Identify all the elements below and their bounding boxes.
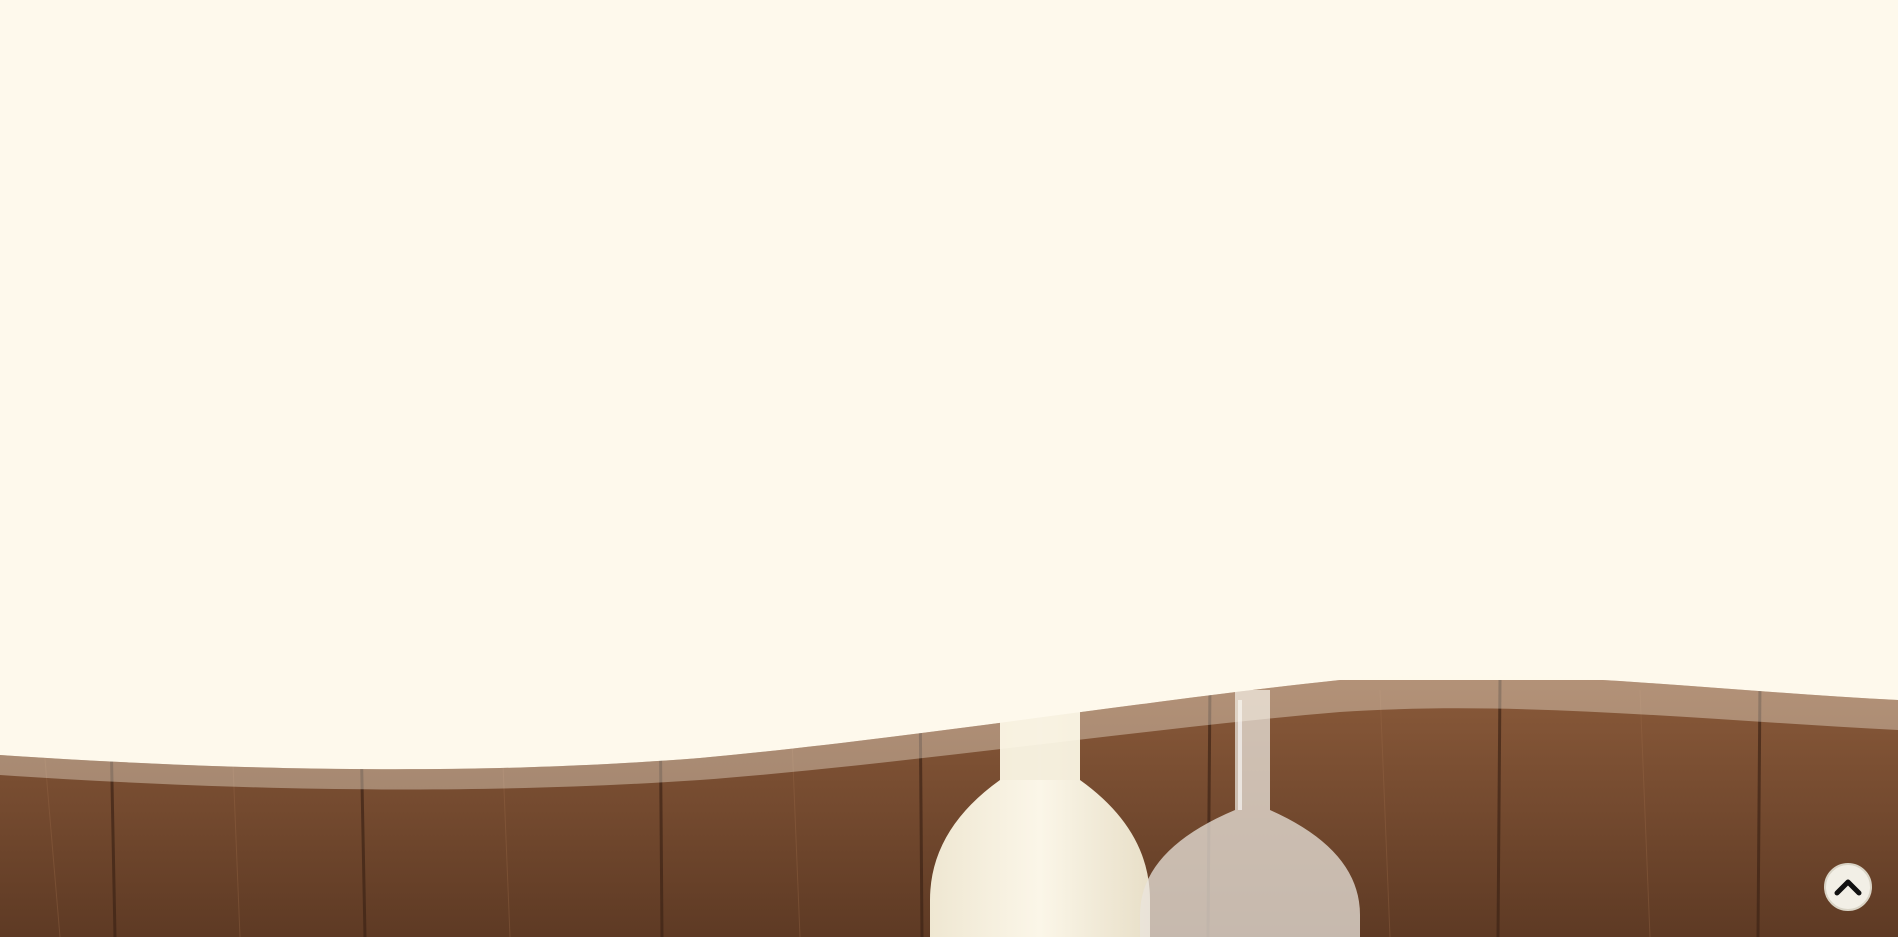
more-link[interactable]: Viac xyxy=(570,470,654,511)
gallery-image-cheese xyxy=(1000,382,1263,558)
scroll-to-top-button[interactable] xyxy=(1824,863,1872,911)
gallery-image-yogurt xyxy=(1312,382,1575,558)
about-text-block: O nás Firma Miroslav Chovanec CORONIS bo… xyxy=(296,190,928,511)
about-title: O nás xyxy=(547,199,677,245)
about-description: Firma Miroslav Chovanec CORONIS bola zal… xyxy=(299,278,925,430)
gallery-image-milk xyxy=(1000,181,1263,357)
gallery-image-butter xyxy=(1312,181,1575,357)
about-section: O nás Firma Miroslav Chovanec CORONIS bo… xyxy=(0,0,1898,937)
chevron-up-icon xyxy=(1834,879,1862,896)
